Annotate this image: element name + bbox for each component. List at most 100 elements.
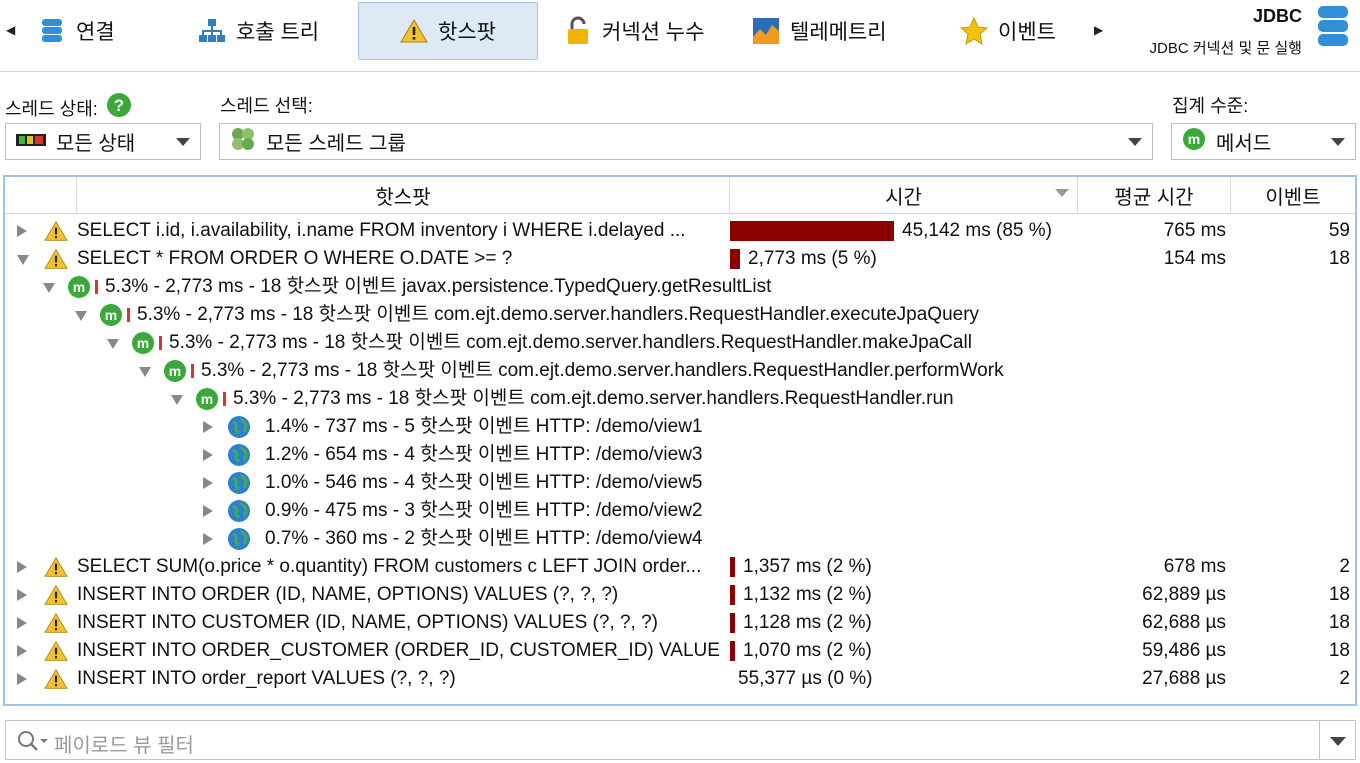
star-icon — [960, 17, 988, 45]
help-icon[interactable]: ? — [106, 92, 132, 123]
tab-call-tree[interactable]: 호출 트리 — [186, 2, 331, 60]
thread-state-select[interactable]: 모든 상태 — [5, 123, 201, 160]
avg-time-value: 765 ms — [1163, 220, 1226, 241]
time-bar — [730, 641, 735, 661]
avg-time-value: 62,688 µs — [1142, 612, 1226, 633]
tree-node-row[interactable]: m 5.3% - 2,773 ms - 18 핫스팟 이벤트 com.ejt.de… — [5, 357, 1355, 385]
table-row[interactable]: INSERT INTO ORDER (ID, NAME, OPTIONS) VA… — [5, 581, 1355, 609]
table-row[interactable]: SELECT SUM(o.price * o.quantity) FROM cu… — [5, 553, 1355, 581]
globe-icon — [227, 471, 251, 499]
svg-text:m: m — [169, 363, 181, 379]
collapse-icon[interactable] — [17, 255, 29, 265]
scroll-left-icon[interactable]: ◀ — [6, 23, 15, 37]
tab-label: 연결 — [76, 21, 115, 44]
view-title: JDBC — [1252, 6, 1302, 26]
method-node-label: 5.3% - 2,773 ms - 18 핫스팟 이벤트 com.ejt.dem… — [169, 332, 972, 353]
globe-icon — [227, 443, 251, 471]
expand-icon[interactable] — [203, 449, 213, 461]
expand-icon[interactable] — [17, 589, 27, 601]
tab-label: 호출 트리 — [236, 21, 320, 44]
expand-icon[interactable] — [17, 225, 27, 237]
svg-text:m: m — [105, 307, 117, 323]
warning-icon — [400, 17, 428, 45]
warning-icon — [43, 556, 69, 584]
collapse-icon[interactable] — [43, 283, 55, 293]
view-subtitle: JDBC 커넥션 및 문 실행 — [1149, 40, 1302, 57]
expand-icon[interactable] — [17, 561, 27, 573]
avg-time-value: 154 ms — [1163, 248, 1226, 269]
search-icon[interactable] — [16, 729, 50, 758]
hotspot-label: INSERT INTO ORDER (ID, NAME, OPTIONS) VA… — [77, 584, 619, 605]
tab-connection-leaks[interactable]: 커넥션 누수 — [552, 2, 716, 60]
filter-placeholder: 페이로드 뷰 필터 — [54, 735, 194, 757]
thread-group-select[interactable]: 모든 스레드 그룹 — [219, 123, 1153, 160]
table-row[interactable]: SELECT i.id, i.availability, i.name FROM… — [5, 217, 1355, 245]
table-row[interactable]: INSERT INTO ORDER_CUSTOMER (ORDER_ID, CU… — [5, 637, 1355, 665]
table-row[interactable]: INSERT INTO order_report VALUES (?, ?, ?… — [5, 665, 1355, 693]
expand-icon[interactable] — [17, 645, 27, 657]
method-node-label: 5.3% - 2,773 ms - 18 핫스팟 이벤트 javax.persi… — [105, 276, 772, 297]
payload-filter[interactable]: 페이로드 뷰 필터 — [5, 720, 1356, 760]
events-value: 18 — [1328, 584, 1350, 605]
tree-node-row[interactable]: m 5.3% - 2,773 ms - 18 핫스팟 이벤트 com.ejt.de… — [5, 385, 1355, 413]
hotspot-label: SELECT * FROM ORDER O WHERE O.DATE >= ? — [77, 248, 513, 269]
expand-icon[interactable] — [203, 421, 213, 433]
column-header-events[interactable]: 이벤트 — [1231, 177, 1355, 214]
tree-node-row[interactable]: m 5.3% - 2,773 ms - 18 핫스팟 이벤트 javax.pers… — [5, 273, 1355, 301]
method-icon: m — [99, 303, 123, 331]
warning-icon — [43, 640, 69, 668]
warning-icon — [43, 668, 69, 696]
collapse-icon[interactable] — [171, 395, 183, 405]
request-node-label: 0.7% - 360 ms - 2 핫스팟 이벤트 HTTP: /demo/vi… — [265, 528, 703, 549]
method-node-label: 5.3% - 2,773 ms - 18 핫스팟 이벤트 com.ejt.dem… — [233, 388, 954, 409]
tab-label: 이벤트 — [998, 21, 1056, 44]
tab-events[interactable]: 이벤트 — [948, 2, 1068, 60]
chevron-down-icon — [176, 138, 190, 146]
table-row[interactable]: INSERT INTO CUSTOMER (ID, NAME, OPTIONS)… — [5, 609, 1355, 637]
expand-icon[interactable] — [17, 673, 27, 685]
events-value: 2 — [1339, 556, 1350, 577]
thread-select-label: 스레드 선택: — [220, 96, 313, 116]
tree-node-row[interactable]: 0.7% - 360 ms - 2 핫스팟 이벤트 HTTP: /demo/vi… — [5, 525, 1355, 553]
expand-icon[interactable] — [203, 477, 213, 489]
tab-connections[interactable]: 연결 — [26, 2, 127, 60]
column-header-time[interactable]: 시간 — [730, 177, 1078, 214]
chevron-down-icon — [1331, 138, 1345, 146]
expand-icon[interactable] — [17, 617, 27, 629]
filter-dropdown-button[interactable] — [1319, 721, 1355, 759]
request-node-label: 1.4% - 737 ms - 5 핫스팟 이벤트 HTTP: /demo/vi… — [265, 416, 703, 437]
time-value: 1,070 ms (2 %) — [743, 640, 872, 661]
scroll-right-icon[interactable]: ▶ — [1094, 23, 1103, 37]
collapse-icon[interactable] — [75, 311, 87, 321]
tree-node-row[interactable]: m 5.3% - 2,773 ms - 18 핫스팟 이벤트 com.ejt.de… — [5, 301, 1355, 329]
tree-node-row[interactable]: 1.2% - 654 ms - 4 핫스팟 이벤트 HTTP: /demo/vi… — [5, 441, 1355, 469]
thread-state-value: 모든 상태 — [56, 133, 136, 155]
expand-icon[interactable] — [203, 533, 213, 545]
tree-node-row[interactable]: 1.0% - 546 ms - 4 핫스팟 이벤트 HTTP: /demo/vi… — [5, 469, 1355, 497]
thread-group-icon — [230, 126, 256, 158]
svg-text:m: m — [1188, 131, 1200, 147]
method-icon: m — [131, 331, 155, 359]
collapse-icon[interactable] — [107, 339, 119, 349]
tree-node-row[interactable]: 0.9% - 475 ms - 3 핫스팟 이벤트 HTTP: /demo/vi… — [5, 497, 1355, 525]
tab-hotspots[interactable]: 핫스팟 — [358, 2, 538, 60]
tree-node-row[interactable]: m 5.3% - 2,773 ms - 18 핫스팟 이벤트 com.ejt.de… — [5, 329, 1355, 357]
events-value: 18 — [1328, 640, 1350, 661]
time-value: 1,357 ms (2 %) — [743, 556, 872, 577]
expand-icon[interactable] — [203, 505, 213, 517]
tree-node-row[interactable]: 1.4% - 737 ms - 5 핫스팟 이벤트 HTTP: /demo/vi… — [5, 413, 1355, 441]
events-value: 18 — [1328, 248, 1350, 269]
telemetry-icon — [752, 17, 780, 45]
aggregation-select[interactable]: m 메서드 — [1171, 123, 1356, 160]
time-value: 1,128 ms (2 %) — [743, 612, 872, 633]
events-value: 18 — [1328, 612, 1350, 633]
collapse-icon[interactable] — [139, 367, 151, 377]
tab-label: 텔레메트리 — [790, 21, 887, 44]
tab-telemetry[interactable]: 텔레메트리 — [740, 2, 899, 60]
column-header-avg-time[interactable]: 평균 시간 — [1078, 177, 1231, 214]
method-icon: m — [163, 359, 187, 387]
column-header-hotspot[interactable]: 핫스팟 — [77, 177, 730, 214]
table-row[interactable]: SELECT * FROM ORDER O WHERE O.DATE >= ? 2… — [5, 245, 1355, 273]
method-icon: m — [67, 275, 91, 303]
hotspot-label: INSERT INTO ORDER_CUSTOMER (ORDER_ID, CU… — [77, 640, 720, 661]
